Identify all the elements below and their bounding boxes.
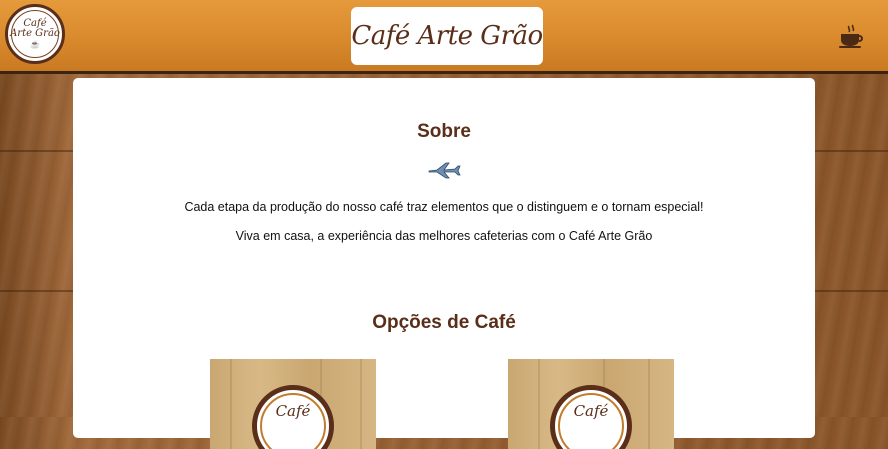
coffee-cup-icon[interactable] (836, 22, 866, 50)
product-card[interactable]: Café (508, 359, 674, 449)
about-heading: Sobre (417, 121, 471, 142)
options-heading: Opções de Café (372, 312, 516, 333)
product-badge: Café (550, 385, 632, 449)
kraft-texture (360, 359, 362, 449)
logo-ring (11, 10, 59, 58)
site-title-card: Café Arte Grão (351, 7, 543, 65)
product-card[interactable]: Café (210, 359, 376, 449)
kraft-texture (538, 359, 540, 449)
about-paragraph-1: Cada etapa da produção do nosso café tra… (184, 200, 704, 214)
logo[interactable]: Café Arte Grão ☕ (5, 4, 65, 64)
coffee-cup-svg (839, 24, 863, 48)
content-panel: Sobre Cada etapa da produção do nosso ca… (73, 78, 815, 449)
airplane-svg (428, 162, 461, 179)
site-title: Café Arte Grão (351, 21, 543, 51)
kraft-texture (230, 359, 232, 449)
badge-ring (260, 393, 326, 449)
kraft-texture (648, 359, 650, 449)
badge-ring (558, 393, 624, 449)
about-paragraph-2: Viva em casa, a experiência das melhores… (235, 229, 653, 243)
site-header: Café Arte Grão ☕ Café Arte Grão (0, 0, 888, 74)
airplane-icon (427, 160, 461, 180)
